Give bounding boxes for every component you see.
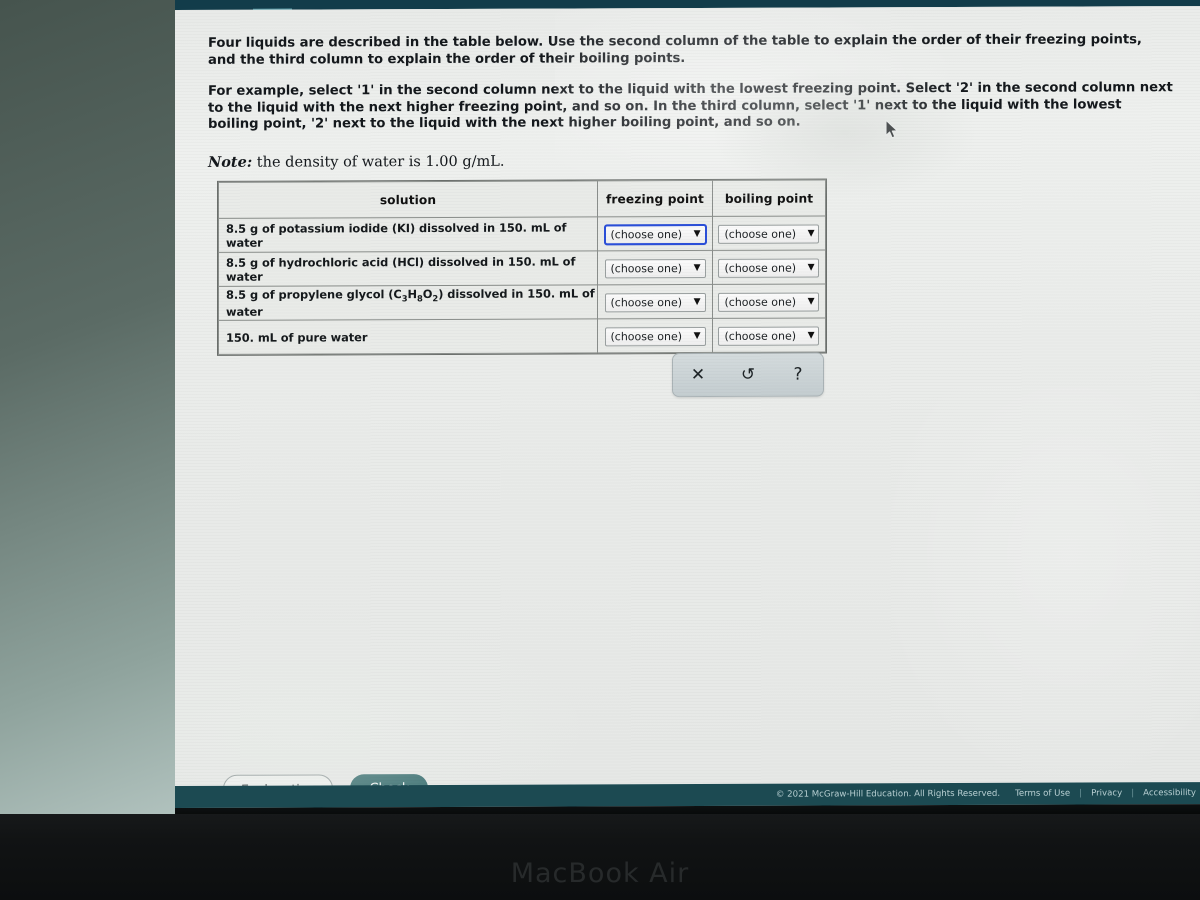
boiling-point-cell: (choose one) ▼ — [712, 250, 826, 285]
freezing-point-cell: (choose one) ▼ — [597, 250, 713, 285]
question-page: Four liquids are described in the table … — [175, 6, 1200, 810]
boiling-point-select[interactable]: (choose one) ▼ — [718, 292, 820, 312]
screen-glare — [865, 386, 1200, 808]
header-freezing-point: freezing point — [597, 180, 713, 217]
solution-label: 150. mL of pure water — [218, 318, 598, 355]
table-row: 8.5 g of hydrochloric acid (HCl) dissolv… — [218, 250, 826, 287]
chevron-down-icon: ▼ — [807, 262, 815, 273]
desk-surface — [0, 0, 178, 826]
laptop-bezel: MacBook Air — [0, 814, 1200, 900]
answer-toolbar: ✕ ↺ ? — [672, 352, 824, 398]
table-row: 150. mL of pure water (choose one) ▼ (ch… — [218, 318, 826, 355]
privacy-link[interactable]: Privacy — [1091, 788, 1122, 798]
instruction-paragraph-2: For example, select '1' in the second co… — [208, 80, 1173, 132]
reset-icon[interactable]: ↺ — [728, 358, 768, 392]
chevron-down-icon: ▼ — [693, 296, 701, 308]
table-header-row: solution freezing point boiling point — [218, 180, 826, 219]
boiling-point-select[interactable]: (choose one) ▼ — [718, 326, 820, 346]
chevron-down-icon: ▼ — [807, 330, 815, 341]
instruction-paragraph-1: Four liquids are described in the table … — [208, 32, 1142, 68]
freezing-point-select[interactable]: (choose one) ▼ — [604, 292, 706, 313]
boiling-point-select[interactable]: (choose one) ▼ — [718, 258, 820, 278]
chevron-down-icon: ▼ — [693, 228, 701, 240]
solution-label: 8.5 g of potassium iodide (KI) dissolved… — [218, 216, 598, 253]
terms-of-use-link[interactable]: Terms of Use — [1015, 789, 1070, 799]
solutions-table: solution freezing point boiling point 8.… — [218, 179, 826, 355]
freezing-point-cell: (choose one) ▼ — [597, 284, 713, 319]
freezing-point-cell: (choose one) ▼ — [597, 216, 713, 251]
freezing-point-select[interactable]: (choose one) ▼ — [604, 258, 706, 279]
boiling-point-select-value: (choose one) — [724, 227, 797, 241]
chevron-down-icon: ▼ — [693, 330, 701, 342]
copyright-text: © 2021 McGraw-Hill Education. All Rights… — [775, 788, 1001, 800]
freezing-point-select-value: (choose one) — [610, 330, 683, 344]
header-solution: solution — [218, 180, 598, 219]
solution-label: 8.5 g of hydrochloric acid (HCl) dissolv… — [218, 250, 598, 287]
chevron-down-icon: ▼ — [807, 296, 815, 307]
clear-icon[interactable]: ✕ — [678, 358, 718, 392]
header-boiling-point: boiling point — [712, 180, 826, 217]
solution-label: 8.5 g of propylene glycol (C3H8O2) disso… — [218, 284, 598, 321]
accessibility-link[interactable]: Accessibility — [1143, 788, 1196, 798]
freezing-point-select[interactable]: (choose one) ▼ — [603, 223, 707, 246]
chevron-down-icon: ▼ — [807, 228, 815, 239]
footer-separator: | — [1131, 788, 1135, 799]
device-label: MacBook Air — [510, 858, 690, 889]
note-text: the density of water is 1.00 g/mL. — [252, 153, 505, 171]
boiling-point-cell: (choose one) ▼ — [712, 318, 826, 353]
instructions: Four liquids are described in the table … — [208, 32, 1173, 170]
table-row: 8.5 g of potassium iodide (KI) dissolved… — [218, 216, 826, 253]
freezing-point-cell: (choose one) ▼ — [597, 318, 713, 353]
help-icon[interactable]: ? — [778, 358, 818, 392]
footer-separator: | — [1079, 788, 1083, 799]
boiling-point-select-value: (choose one) — [724, 329, 797, 343]
boiling-point-cell: (choose one) ▼ — [712, 284, 826, 319]
chevron-down-icon: ▼ — [693, 262, 701, 274]
freezing-point-select-value: (choose one) — [610, 228, 683, 242]
note-label: Note: — [208, 153, 253, 171]
boiling-point-select-value: (choose one) — [724, 295, 797, 309]
boiling-point-select-value: (choose one) — [724, 261, 797, 275]
boiling-point-select[interactable]: (choose one) ▼ — [718, 224, 820, 244]
boiling-point-cell: (choose one) ▼ — [712, 216, 826, 251]
note-line: Note: the density of water is 1.00 g/mL. — [208, 150, 1173, 171]
table-row: 8.5 g of propylene glycol (C3H8O2) disso… — [218, 284, 826, 321]
freezing-point-select-value: (choose one) — [610, 296, 683, 310]
freezing-point-select-value: (choose one) — [610, 262, 683, 276]
laptop-screen: Four liquids are described in the table … — [175, 0, 1200, 818]
freezing-point-select[interactable]: (choose one) ▼ — [604, 326, 706, 347]
